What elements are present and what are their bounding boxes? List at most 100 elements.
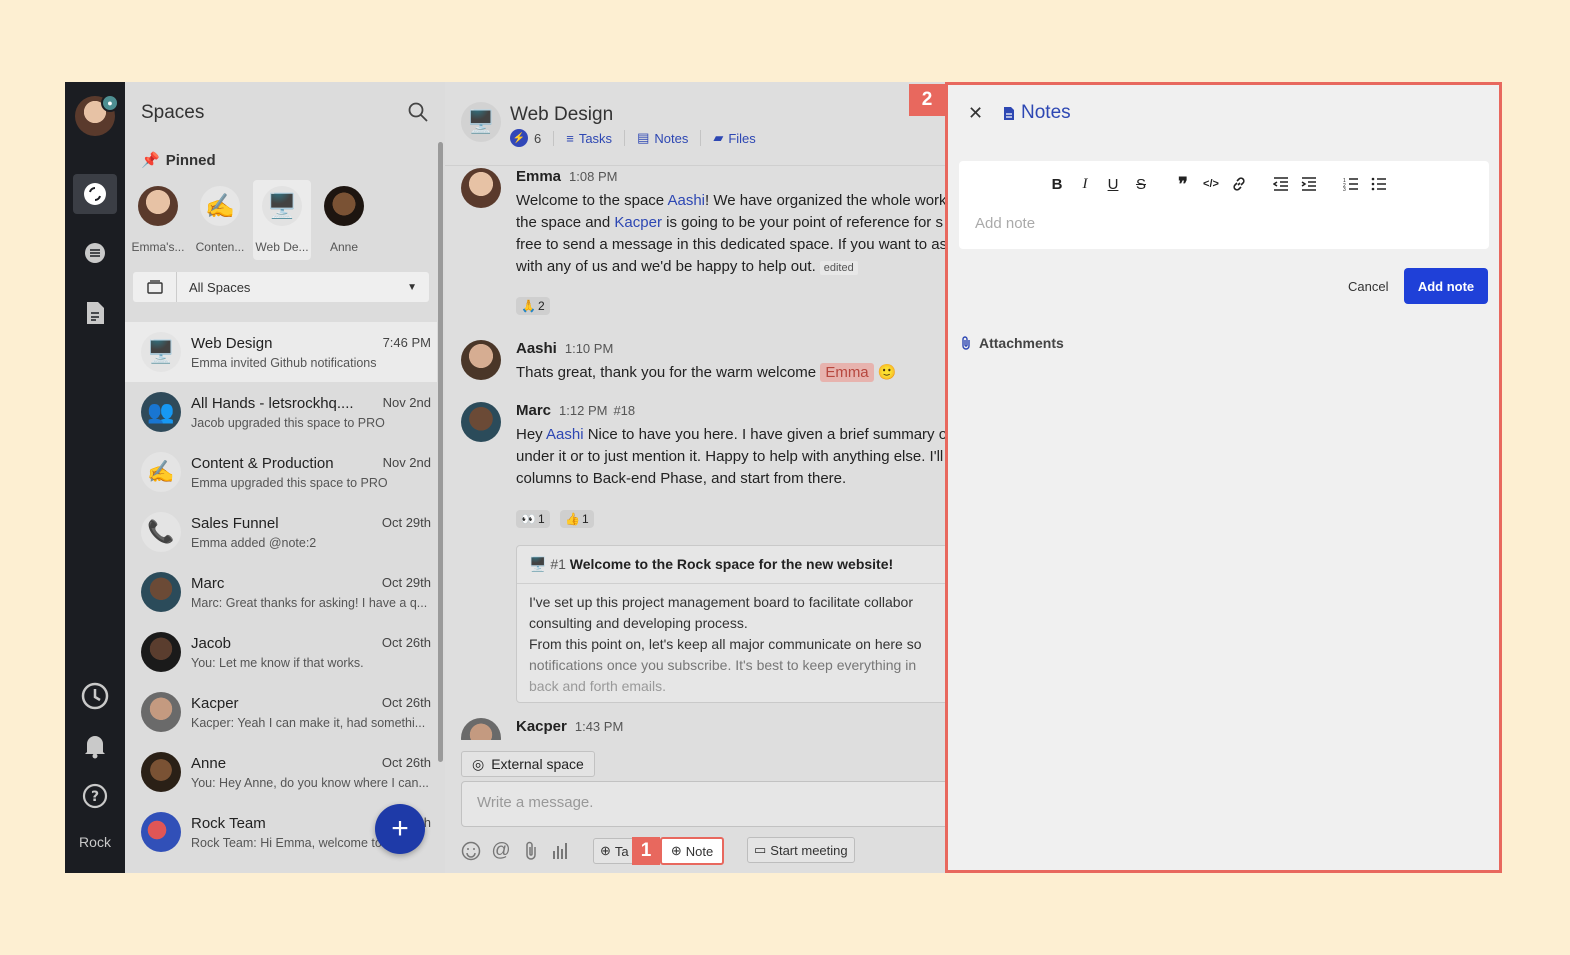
list-item[interactable]: Anne Oct 26th You: Hey Anne, do you know w… bbox=[125, 742, 437, 802]
avatar bbox=[138, 186, 178, 226]
message-text: Welcome to the space Aashi! We have orga… bbox=[516, 192, 945, 275]
list-item[interactable]: ✍️ Content & Production Nov 2nd Emma upgra… bbox=[125, 442, 437, 502]
task-card[interactable]: 🖥️ #1 Welcome to the Rock space for the … bbox=[516, 545, 945, 703]
list-item[interactable]: 📞 Sales Funnel Oct 29th Emma added @note:2 bbox=[125, 502, 437, 562]
code-icon[interactable]: </> bbox=[1197, 173, 1225, 195]
underline-icon[interactable]: U bbox=[1099, 173, 1127, 195]
chevron-down-icon: ▼ bbox=[407, 281, 417, 293]
cancel-button[interactable]: Cancel bbox=[1348, 279, 1388, 294]
callout-marker-2: 2 bbox=[909, 84, 945, 116]
note-placeholder[interactable]: Add note bbox=[975, 215, 1035, 232]
avatar[interactable] bbox=[461, 402, 501, 442]
pin-icon: 📌 bbox=[141, 152, 160, 169]
attachments-section[interactable]: Attachments bbox=[961, 335, 1064, 351]
bullet-list-icon[interactable] bbox=[1365, 173, 1393, 195]
desktop-icon: 🖥️ bbox=[141, 332, 181, 372]
poll-chart-icon[interactable] bbox=[551, 841, 571, 861]
video-camera-icon: ▭ bbox=[754, 842, 767, 857]
pinned-title: 📌 Pinned bbox=[141, 151, 216, 170]
add-note-button[interactable]: Add note bbox=[1404, 268, 1488, 304]
search-icon[interactable] bbox=[408, 102, 428, 127]
indent-icon[interactable] bbox=[1295, 173, 1323, 195]
pinned-item[interactable]: 🖥️ Web De... bbox=[253, 180, 311, 260]
reaction-chip[interactable]: 🙏 2 bbox=[516, 297, 550, 315]
composer-toolbar: @ ⊕ Ta bbox=[461, 838, 636, 864]
space-list: 🖥️ Web Design 7:46 PM Emma invited Github … bbox=[125, 322, 437, 862]
phone-icon: 📞 bbox=[141, 512, 181, 552]
tasks-nav-icon[interactable] bbox=[73, 233, 117, 273]
list-item[interactable]: Marc Oct 29th Marc: Great thanks for askin… bbox=[125, 562, 437, 622]
paperclip-icon[interactable] bbox=[521, 841, 541, 861]
mention-icon[interactable]: @ bbox=[491, 840, 511, 861]
rock-app-window: ● ? Rock Spaces 📌 Pinned Emma's... ✍️ Co… bbox=[65, 82, 1502, 873]
emoji-icon[interactable] bbox=[461, 841, 481, 861]
tab-tasks[interactable]: ≡ Tasks bbox=[553, 130, 624, 146]
list-item[interactable]: Jacob Oct 26th You: Let me know if that wo… bbox=[125, 622, 437, 682]
spaces-title: Spaces bbox=[141, 102, 205, 123]
message-input[interactable]: Write a message. bbox=[461, 781, 945, 827]
pinned-list: Emma's... ✍️ Conten... 🖥️ Web De... Anne bbox=[129, 180, 373, 260]
spaces-nav-icon[interactable] bbox=[73, 174, 117, 214]
people-badge-icon: ● bbox=[101, 94, 119, 112]
reaction-chip[interactable]: 👍 1 bbox=[560, 510, 594, 528]
link-icon[interactable] bbox=[1225, 173, 1253, 195]
quote-icon[interactable]: ❞ bbox=[1169, 173, 1197, 195]
globe-icon: ◎ bbox=[472, 755, 485, 772]
mention-tag[interactable]: Emma bbox=[820, 363, 874, 382]
pinned-item[interactable]: Emma's... bbox=[129, 180, 187, 260]
message-text: Thats great, thank you for the warm welc… bbox=[516, 363, 897, 382]
plus-circle-icon: ⊕ bbox=[600, 843, 611, 858]
tab-files[interactable]: ▰ Files bbox=[700, 130, 767, 146]
note-editor[interactable]: B I U S ❞ </> 123 Add note bbox=[959, 161, 1489, 249]
external-space-badge[interactable]: ◎ External space bbox=[461, 751, 595, 777]
space-filter-select[interactable]: All Spaces ▼ bbox=[133, 272, 429, 302]
avatar[interactable] bbox=[461, 718, 501, 740]
start-meeting-button[interactable]: ▭ Start meeting bbox=[747, 837, 855, 863]
notes-nav-icon[interactable] bbox=[73, 293, 117, 333]
message-text: Hey Aashi Nice to have you here. I have … bbox=[516, 426, 945, 487]
callout-marker-1: 1 bbox=[632, 837, 660, 865]
message: Kacper 1:43 PM bbox=[445, 712, 945, 740]
pinned-item[interactable]: Anne bbox=[315, 180, 373, 260]
task-button[interactable]: ⊕ Ta bbox=[593, 838, 636, 864]
list-item[interactable]: 👥 All Hands - letsrockhq.... Nov 2nd Jacob… bbox=[125, 382, 437, 442]
avatar[interactable] bbox=[461, 168, 501, 208]
member-count[interactable]: 6 bbox=[534, 131, 541, 146]
note-button[interactable]: ⊕ Note bbox=[660, 837, 724, 865]
folder-icon: ▰ bbox=[713, 130, 724, 145]
avatar[interactable] bbox=[461, 340, 501, 380]
left-rail: ● ? Rock bbox=[65, 82, 125, 873]
scrollbar[interactable] bbox=[438, 142, 443, 762]
bold-icon[interactable]: B bbox=[1043, 173, 1071, 195]
list-item[interactable]: Kacper Oct 26th Kacper: Yeah I can make it… bbox=[125, 682, 437, 742]
bell-icon[interactable] bbox=[73, 726, 117, 766]
document-icon: ▤ bbox=[637, 130, 650, 145]
svg-text:3: 3 bbox=[1343, 187, 1346, 191]
rock-logo-icon bbox=[141, 812, 181, 852]
brand-label: Rock bbox=[79, 834, 111, 850]
edited-badge: edited bbox=[819, 261, 858, 275]
history-icon[interactable] bbox=[73, 676, 117, 716]
pinned-item[interactable]: ✍️ Conten... bbox=[191, 180, 249, 260]
italic-icon[interactable]: I bbox=[1071, 173, 1099, 195]
close-icon[interactable]: ✕ bbox=[968, 103, 983, 124]
archive-box-icon[interactable] bbox=[133, 272, 177, 302]
paperclip-icon bbox=[962, 336, 970, 350]
help-icon[interactable]: ? bbox=[73, 776, 117, 816]
spaces-panel: Spaces 📌 Pinned Emma's... ✍️ Conten... 🖥… bbox=[125, 82, 445, 873]
strikethrough-icon[interactable]: S bbox=[1127, 173, 1155, 195]
avatar bbox=[141, 692, 181, 732]
outdent-icon[interactable] bbox=[1267, 173, 1295, 195]
notes-title: Notes bbox=[1003, 102, 1071, 124]
bolt-icon: ⚡ bbox=[510, 129, 528, 147]
tab-notes[interactable]: ▤ Notes bbox=[624, 130, 700, 146]
ordered-list-icon[interactable]: 123 bbox=[1337, 173, 1365, 195]
reaction-chip[interactable]: 👀 1 bbox=[516, 510, 550, 528]
group-icon: 👥 bbox=[141, 392, 181, 432]
new-space-button[interactable]: + bbox=[375, 804, 425, 854]
list-item[interactable]: 🖥️ Web Design 7:46 PM Emma invited Github … bbox=[125, 322, 437, 382]
avatar bbox=[324, 186, 364, 226]
plus-circle-icon: ⊕ bbox=[670, 843, 682, 858]
writing-hand-icon: ✍️ bbox=[141, 452, 181, 492]
desktop-icon: 🖥️ bbox=[461, 102, 501, 142]
